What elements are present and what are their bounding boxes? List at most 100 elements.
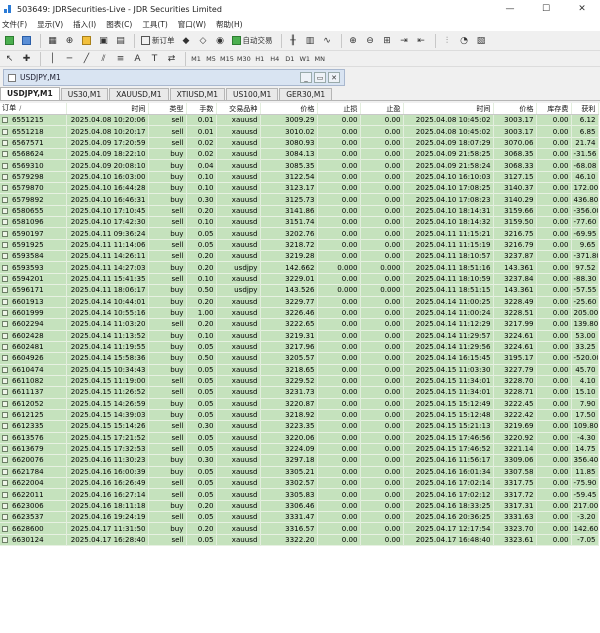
trendline-icon[interactable]: ╱: [79, 51, 94, 66]
column-header-type[interactable]: 类型: [148, 103, 187, 115]
market-icon[interactable]: ◉: [213, 33, 228, 48]
fibonacci-icon[interactable]: ≡: [113, 51, 128, 66]
menu-window[interactable]: 窗口(W): [178, 19, 206, 30]
new-order-button[interactable]: 新订单: [139, 33, 177, 48]
zoom-out-icon[interactable]: ⊖: [363, 33, 378, 48]
chart-restore-button[interactable]: ▭: [314, 72, 326, 83]
column-header-swap[interactable]: 库存费: [536, 103, 572, 115]
table-row[interactable]: 6602428 2025.04.14 11:13:52 buy 0.10 xauusd 3…: [0, 330, 599, 342]
timeframe-d1[interactable]: D1: [284, 51, 296, 66]
table-row[interactable]: 6594201 2025.04.11 15:41:35 sell 0.10 xauusd…: [0, 273, 599, 285]
table-row[interactable]: 6613679 2025.04.15 17:32:53 sell 0.05 xauusd…: [0, 443, 599, 455]
column-header-close-price[interactable]: 价格: [493, 103, 537, 115]
chart-minimize-button[interactable]: _: [300, 72, 312, 83]
signals-icon[interactable]: ◇: [196, 33, 211, 48]
auto-trading-button[interactable]: 自动交易: [230, 33, 275, 48]
table-row[interactable]: 6628600 2025.04.17 11:31:50 buy 0.20 xauusd 3…: [0, 522, 599, 535]
timeframe-m30[interactable]: M30: [237, 51, 251, 66]
table-row[interactable]: 6622004 2025.04.16 16:26:49 sell 0.05 xauusd…: [0, 477, 599, 489]
menu-help[interactable]: 帮助(H): [216, 19, 243, 30]
tab-usdjpy[interactable]: USDJPY,M1: [0, 87, 60, 100]
table-row[interactable]: 6591925 2025.04.11 11:14:06 sell 0.05 xauusd…: [0, 239, 599, 251]
close-button[interactable]: ✕: [564, 0, 600, 18]
table-row[interactable]: 6612052 2025.04.15 14:26:59 buy 0.05 xauusd 3…: [0, 398, 599, 410]
tab-us100[interactable]: US100,M1: [226, 88, 279, 100]
tab-xtiusd[interactable]: XTIUSD,M1: [169, 88, 226, 100]
table-row[interactable]: 6611137 2025.04.15 11:26:52 sell 0.05 xauusd…: [0, 386, 599, 399]
table-row[interactable]: 6602481 2025.04.14 11:19:55 buy 0.05 xauusd 3…: [0, 341, 599, 353]
arrows-icon[interactable]: ⇄: [164, 51, 179, 66]
table-row[interactable]: 6613576 2025.04.15 17:21:52 sell 0.05 xauusd…: [0, 432, 599, 444]
new-chart-icon[interactable]: [2, 33, 17, 48]
table-row[interactable]: 6621784 2025.04.16 16:00:39 buy 0.05 xauusd 3…: [0, 466, 599, 478]
table-row[interactable]: 6581096 2025.04.10 17:42:30 sell 0.10 xauusd…: [0, 216, 599, 228]
table-row[interactable]: 6579870 2025.04.10 16:44:28 buy 0.10 xauusd 3…: [0, 182, 599, 194]
terminal-icon[interactable]: ▣: [96, 33, 111, 48]
text-icon[interactable]: A: [130, 51, 145, 66]
table-row[interactable]: 6612335 2025.04.15 15:14:26 sell 0.30 xauusd…: [0, 420, 599, 433]
minimize-button[interactable]: —: [492, 0, 528, 18]
column-header-stop-loss[interactable]: 止损: [317, 103, 361, 115]
menu-tools[interactable]: 工具(T): [142, 19, 167, 30]
indicators-icon[interactable]: ⫶: [440, 33, 455, 48]
menu-view[interactable]: 显示(V): [37, 19, 63, 30]
column-header-take-profit[interactable]: 止盈: [360, 103, 404, 115]
table-row[interactable]: 6630124 2025.04.17 16:28:40 sell 0.05 xauusd…: [0, 534, 599, 546]
timeframe-h1[interactable]: H1: [254, 51, 266, 66]
column-header-lots[interactable]: 手数: [186, 103, 217, 115]
chart-close-button[interactable]: ✕: [328, 72, 340, 83]
templates-icon[interactable]: ▧: [474, 33, 489, 48]
chart-window-titlebar[interactable]: USDJPY,M1 _ ▭ ✕: [3, 69, 345, 86]
horizontal-line-icon[interactable]: ─: [62, 51, 77, 66]
table-row[interactable]: 6604926 2025.04.14 15:58:36 buy 0.50 xauusd 3…: [0, 352, 599, 365]
cursor-icon[interactable]: ↖: [2, 51, 17, 66]
timeframe-h4[interactable]: H4: [269, 51, 281, 66]
table-row[interactable]: 6610474 2025.04.15 10:34:43 buy 0.05 xauusd 3…: [0, 364, 599, 376]
column-header-symbol[interactable]: 交易品种: [216, 103, 261, 115]
table-row[interactable]: 6569310 2025.04.09 20:08:10 buy 0.04 xauusd 3…: [0, 159, 599, 172]
maximize-button[interactable]: ☐: [528, 0, 564, 18]
timeframe-m1[interactable]: M1: [190, 51, 202, 66]
label-icon[interactable]: T: [147, 51, 162, 66]
bar-chart-icon[interactable]: ╫: [286, 33, 301, 48]
table-row[interactable]: 6579892 2025.04.10 16:46:31 buy 0.30 xauusd 3…: [0, 193, 599, 206]
profiles-icon[interactable]: [19, 33, 34, 48]
line-chart-icon[interactable]: ∿: [320, 33, 335, 48]
column-header-open-price[interactable]: 价格: [260, 103, 318, 115]
table-row[interactable]: 6612125 2025.04.15 14:39:03 buy 0.05 xauusd 3…: [0, 409, 599, 421]
tab-ger30[interactable]: GER30,M1: [279, 88, 333, 100]
tab-us30[interactable]: US30,M1: [60, 88, 109, 100]
table-row[interactable]: 6590197 2025.04.11 09:36:24 buy 0.05 xauusd 3…: [0, 227, 599, 240]
table-row[interactable]: 6601913 2025.04.14 10:44:01 buy 0.20 xauusd 3…: [0, 296, 599, 308]
column-header-order[interactable]: 订单 /: [0, 103, 67, 115]
table-row[interactable]: 6551218 2025.04.08 10:20:17 sell 0.01 xauusd…: [0, 125, 599, 138]
column-header-open-time[interactable]: 时间: [66, 103, 149, 115]
table-row[interactable]: 6623537 2025.04.16 19:24:19 sell 0.05 xauusd…: [0, 511, 599, 523]
table-row[interactable]: 6551215 2025.04.08 10:20:06 sell 0.01 xauusd…: [0, 114, 599, 126]
table-row[interactable]: 6601999 2025.04.14 10:55:16 buy 1.00 xauusd 3…: [0, 307, 599, 319]
crosshair-icon[interactable]: ✚: [19, 51, 34, 66]
table-row[interactable]: 6568624 2025.04.09 18:22:10 buy 0.02 xauusd 3…: [0, 148, 599, 160]
tile-windows-icon[interactable]: ⊞: [380, 33, 395, 48]
column-header-profit[interactable]: 获利: [571, 103, 599, 115]
column-header-close-time[interactable]: 时间: [403, 103, 494, 115]
table-row[interactable]: 6580655 2025.04.10 17:10:45 sell 0.20 xauusd…: [0, 205, 599, 217]
table-row[interactable]: 6579298 2025.04.10 16:03:00 buy 0.10 xauusd 3…: [0, 171, 599, 183]
chart-shift-icon[interactable]: ⇥: [397, 33, 412, 48]
market-watch-icon[interactable]: ▦: [45, 33, 60, 48]
timeframe-w1[interactable]: W1: [299, 51, 311, 66]
zoom-in-icon[interactable]: ⊕: [346, 33, 361, 48]
periods-icon[interactable]: ◔: [457, 33, 472, 48]
table-row[interactable]: 6567571 2025.04.09 17:20:59 sell 0.02 xauusd…: [0, 137, 599, 149]
navigator-icon[interactable]: [79, 33, 94, 48]
table-row[interactable]: 6593584 2025.04.11 14:26:11 sell 0.20 xauusd…: [0, 250, 599, 262]
metaeditor-icon[interactable]: ◆: [179, 33, 194, 48]
timeframe-m15[interactable]: M15: [220, 51, 234, 66]
table-row[interactable]: 6593593 2025.04.11 14:27:03 buy 0.20 usdjpy 1…: [0, 261, 599, 274]
timeframe-m5[interactable]: M5: [205, 51, 217, 66]
data-window-icon[interactable]: ⊕: [62, 33, 77, 48]
strategy-tester-icon[interactable]: ▤: [113, 33, 128, 48]
tab-xauusd[interactable]: XAUUSD,M1: [109, 88, 169, 100]
table-row[interactable]: 6602294 2025.04.14 11:03:20 sell 0.20 xauusd…: [0, 318, 599, 331]
menu-file[interactable]: 文件(F): [2, 19, 27, 30]
